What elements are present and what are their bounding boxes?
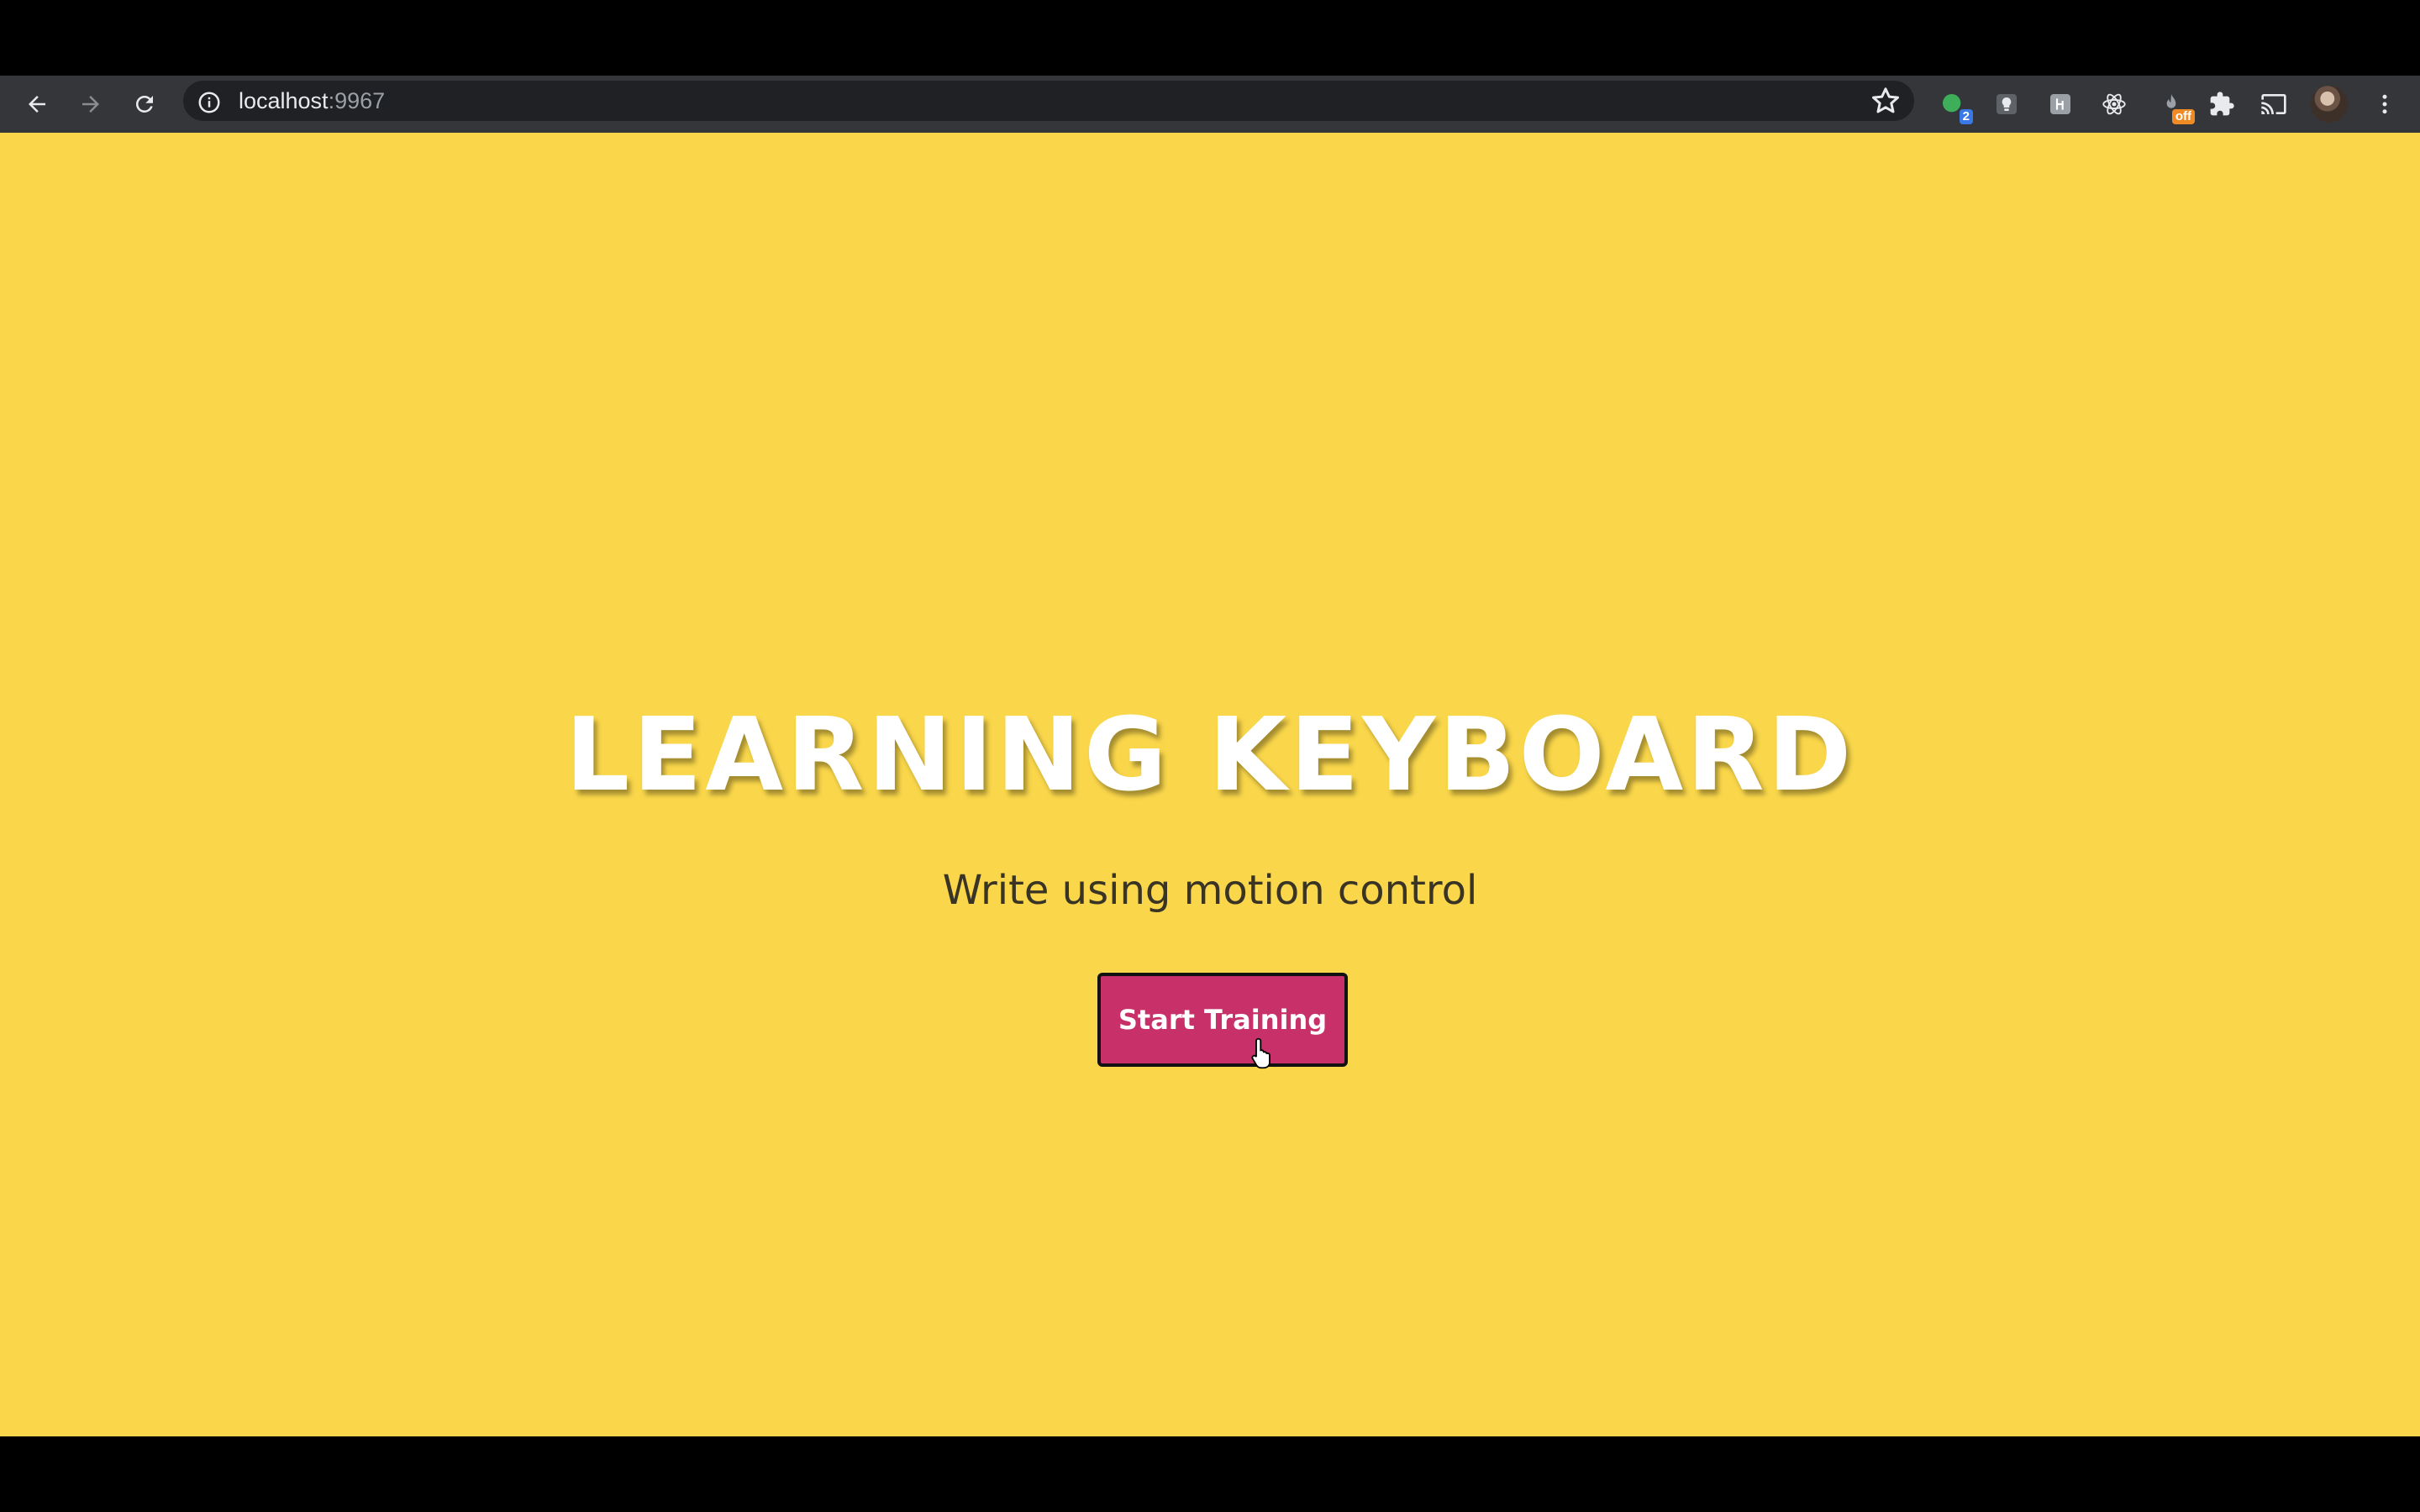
hero-title: LEARNING KEYBOARD [565,697,1855,814]
cast-icon[interactable] [2255,86,2292,123]
forward-arrow-icon [82,96,99,113]
browser-toolbar: localhost:9967 2 off [0,76,2420,133]
hero-subtitle: Write using motion control [942,867,1478,914]
url-port: :9967 [328,88,386,113]
lightbulb-extension-icon[interactable] [1988,86,2025,123]
extension-badge-off: off [2171,109,2195,124]
grey-square-icon [2050,94,2070,114]
url-text: localhost:9967 [239,84,385,118]
reload-button[interactable] [128,87,161,121]
address-bar[interactable]: localhost:9967 [183,81,1914,121]
bottom-letterbox [0,1436,2420,1512]
grey-square-extension-icon[interactable] [2042,86,2079,123]
fire-extension-icon[interactable]: off [2153,86,2195,124]
back-button[interactable] [20,87,54,121]
top-letterbox [0,0,2420,76]
profile-avatar[interactable] [2311,86,2348,123]
cast-screen-icon [2261,94,2286,114]
start-training-button[interactable]: Start Training [1097,973,1348,1067]
site-info-icon[interactable] [197,90,222,115]
bookmark-star-icon[interactable] [1869,84,1902,118]
screen: localhost:9967 2 off LEARNING KEYBOARD W… [0,0,2420,1512]
react-atom-icon [2102,93,2126,115]
extension-badge-count: 2 [1959,109,1973,124]
lightbulb-icon [1996,94,2017,114]
puzzle-icon [2210,92,2234,116]
browser-menu-button[interactable] [2368,87,2402,121]
react-devtools-icon[interactable] [2096,86,2133,123]
green-circle-extension-icon[interactable]: 2 [1934,86,1973,124]
kebab-menu-icon [2382,94,2387,114]
url-host: localhost [239,88,329,113]
puzzle-extensions-icon[interactable] [2203,86,2240,123]
hand-pointer-cursor-icon [1251,1037,1270,1069]
reload-icon [135,95,153,113]
forward-button[interactable] [74,87,108,121]
back-arrow-icon [29,96,45,113]
